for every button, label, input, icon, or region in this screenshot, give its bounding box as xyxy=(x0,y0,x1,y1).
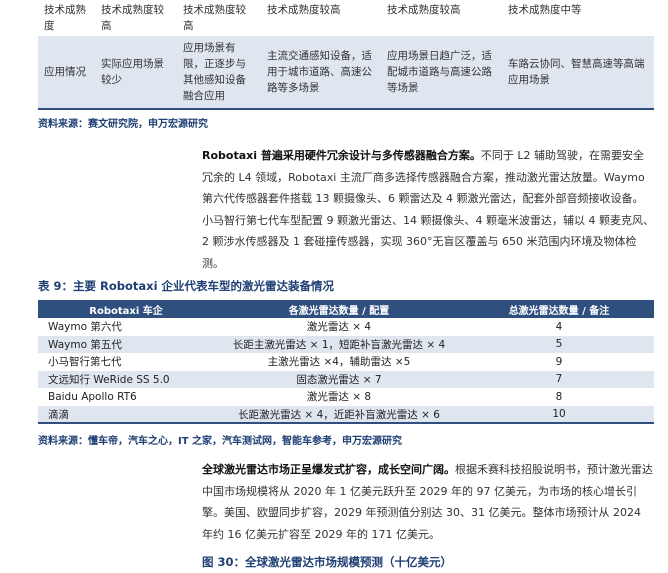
table-cell: 技术成熟度较高 xyxy=(387,4,461,16)
column-header: 各激光雷达数量 / 配置 xyxy=(288,305,390,317)
lidar-equipment-table: Robotaxi 车企 各激光雷达数量 / 配置 总激光雷达数量 / 备注 Wa… xyxy=(38,300,654,423)
table-bottom-rule xyxy=(38,422,654,424)
table-cell: 7 xyxy=(555,373,563,386)
table-row: Baidu Apollo RT6 激光雷达 × 8 8 xyxy=(38,388,654,406)
body-paragraph: 全球激光雷达市场正呈爆发式扩容，成长空间广阔。根据禾赛科技招股说明书，预计激光雷… xyxy=(202,459,654,545)
table-cell: 4 xyxy=(555,320,563,333)
table-cell: 主流交通感知设备，适用于城市道路、高速公路等多场景 xyxy=(267,50,372,94)
table-cell: 实际应用场景较少 xyxy=(101,58,164,86)
table-cell: 文远知行 WeRide SS 5.0 xyxy=(48,373,170,386)
table-caption: 表 9：主要 Robotaxi 企业代表车型的激光雷达装备情况 xyxy=(38,279,335,293)
paragraph-lead: Robotaxi 普遍采用硬件冗余设计与多传感器融合方案。 xyxy=(202,149,481,162)
source-note: 资料来源：赛文研究院，申万宏源研究 xyxy=(38,119,208,130)
table-cell: 长距激光雷达 × 4，近距补盲激光雷达 × 6 xyxy=(238,408,440,421)
table-header-row: Robotaxi 车企 各激光雷达数量 / 配置 总激光雷达数量 / 备注 xyxy=(38,300,654,318)
table-cell: 技术成熟度 xyxy=(44,4,86,32)
table-cell: 技术成熟度较高 xyxy=(183,4,246,32)
paragraph-body: 不同于 L2 辅助驾驶，在需要安全冗余的 L4 领域，Robotaxi 主流厂商… xyxy=(202,149,654,270)
table-cell: 应用场景有限，正逐步与其他感知设备融合应用 xyxy=(183,42,246,102)
column-header: 总激光雷达数量 / 备注 xyxy=(508,305,610,317)
table-cell: 小马智行第七代 xyxy=(48,356,122,369)
table-cell: 应用情况 xyxy=(44,66,86,78)
table-row: 滴滴 长距激光雷达 × 4，近距补盲激光雷达 × 6 10 xyxy=(38,405,654,423)
source-note: 资料来源：懂车帝，汽车之心，IT 之家，汽车测试网，智能车参考，申万宏源研究 xyxy=(38,436,403,447)
table-cell: 技术成熟度中等 xyxy=(508,4,582,16)
table-cell: 技术成熟度较高 xyxy=(267,4,341,16)
table-cell: 5 xyxy=(555,338,563,351)
figure-caption: 图 30：全球激光雷达市场规模预测（十亿美元） xyxy=(202,555,453,569)
table-row: Waymo 第六代 激光雷达 × 4 4 xyxy=(38,318,654,336)
paragraph-lead: 全球激光雷达市场正呈爆发式扩容，成长空间广阔。 xyxy=(202,463,455,476)
table-cell: 9 xyxy=(555,355,563,368)
table-cell: 车路云协同、智慧高速等高端应用场景 xyxy=(508,58,645,86)
table-cell: 长距主激光雷达 × 1，短距补盲激光雷达 × 4 xyxy=(232,338,446,351)
table-cell: 滴滴 xyxy=(48,408,69,421)
table-cell: 技术成熟度较高 xyxy=(101,4,164,32)
table-cell: Waymo 第五代 xyxy=(48,338,122,351)
table-row: Waymo 第五代 长距主激光雷达 × 1，短距补盲激光雷达 × 4 5 xyxy=(38,335,654,353)
tech-maturity-header-row: 技术成熟度 技术成熟度较高 技术成熟度较高 技术成熟度较高 技术成熟度较高 技术… xyxy=(38,0,654,36)
column-header: Robotaxi 车企 xyxy=(89,305,163,317)
body-paragraph: Robotaxi 普遍采用硬件冗余设计与多传感器融合方案。不同于 L2 辅助驾驶… xyxy=(202,145,654,274)
table-bottom-rule xyxy=(38,108,654,110)
table-cell: 应用场景日趋广泛，适配城市道路与高速公路等场景 xyxy=(387,50,492,94)
table-row: 小马智行第七代 主激光雷达 ×4，辅助雷达 ×5 9 xyxy=(38,353,654,371)
table-cell: 激光雷达 × 8 xyxy=(306,391,372,404)
tech-maturity-table: 技术成熟度 技术成熟度较高 技术成熟度较高 技术成熟度较高 技术成熟度较高 技术… xyxy=(38,0,654,108)
table-cell: Waymo 第六代 xyxy=(48,321,122,334)
table-cell: 固态激光雷达 × 7 xyxy=(296,373,382,386)
table-row: 文远知行 WeRide SS 5.0 固态激光雷达 × 7 7 xyxy=(38,370,654,388)
table-cell: Baidu Apollo RT6 xyxy=(48,390,137,403)
table-cell: 8 xyxy=(555,390,563,403)
table-cell: 10 xyxy=(552,408,566,421)
tech-maturity-application-row: 应用情况 实际应用场景较少 应用场景有限，正逐步与其他感知设备融合应用 主流交通… xyxy=(38,36,654,108)
table-cell: 主激光雷达 ×4，辅助雷达 ×5 xyxy=(267,356,411,369)
table-cell: 激光雷达 × 4 xyxy=(306,321,372,334)
